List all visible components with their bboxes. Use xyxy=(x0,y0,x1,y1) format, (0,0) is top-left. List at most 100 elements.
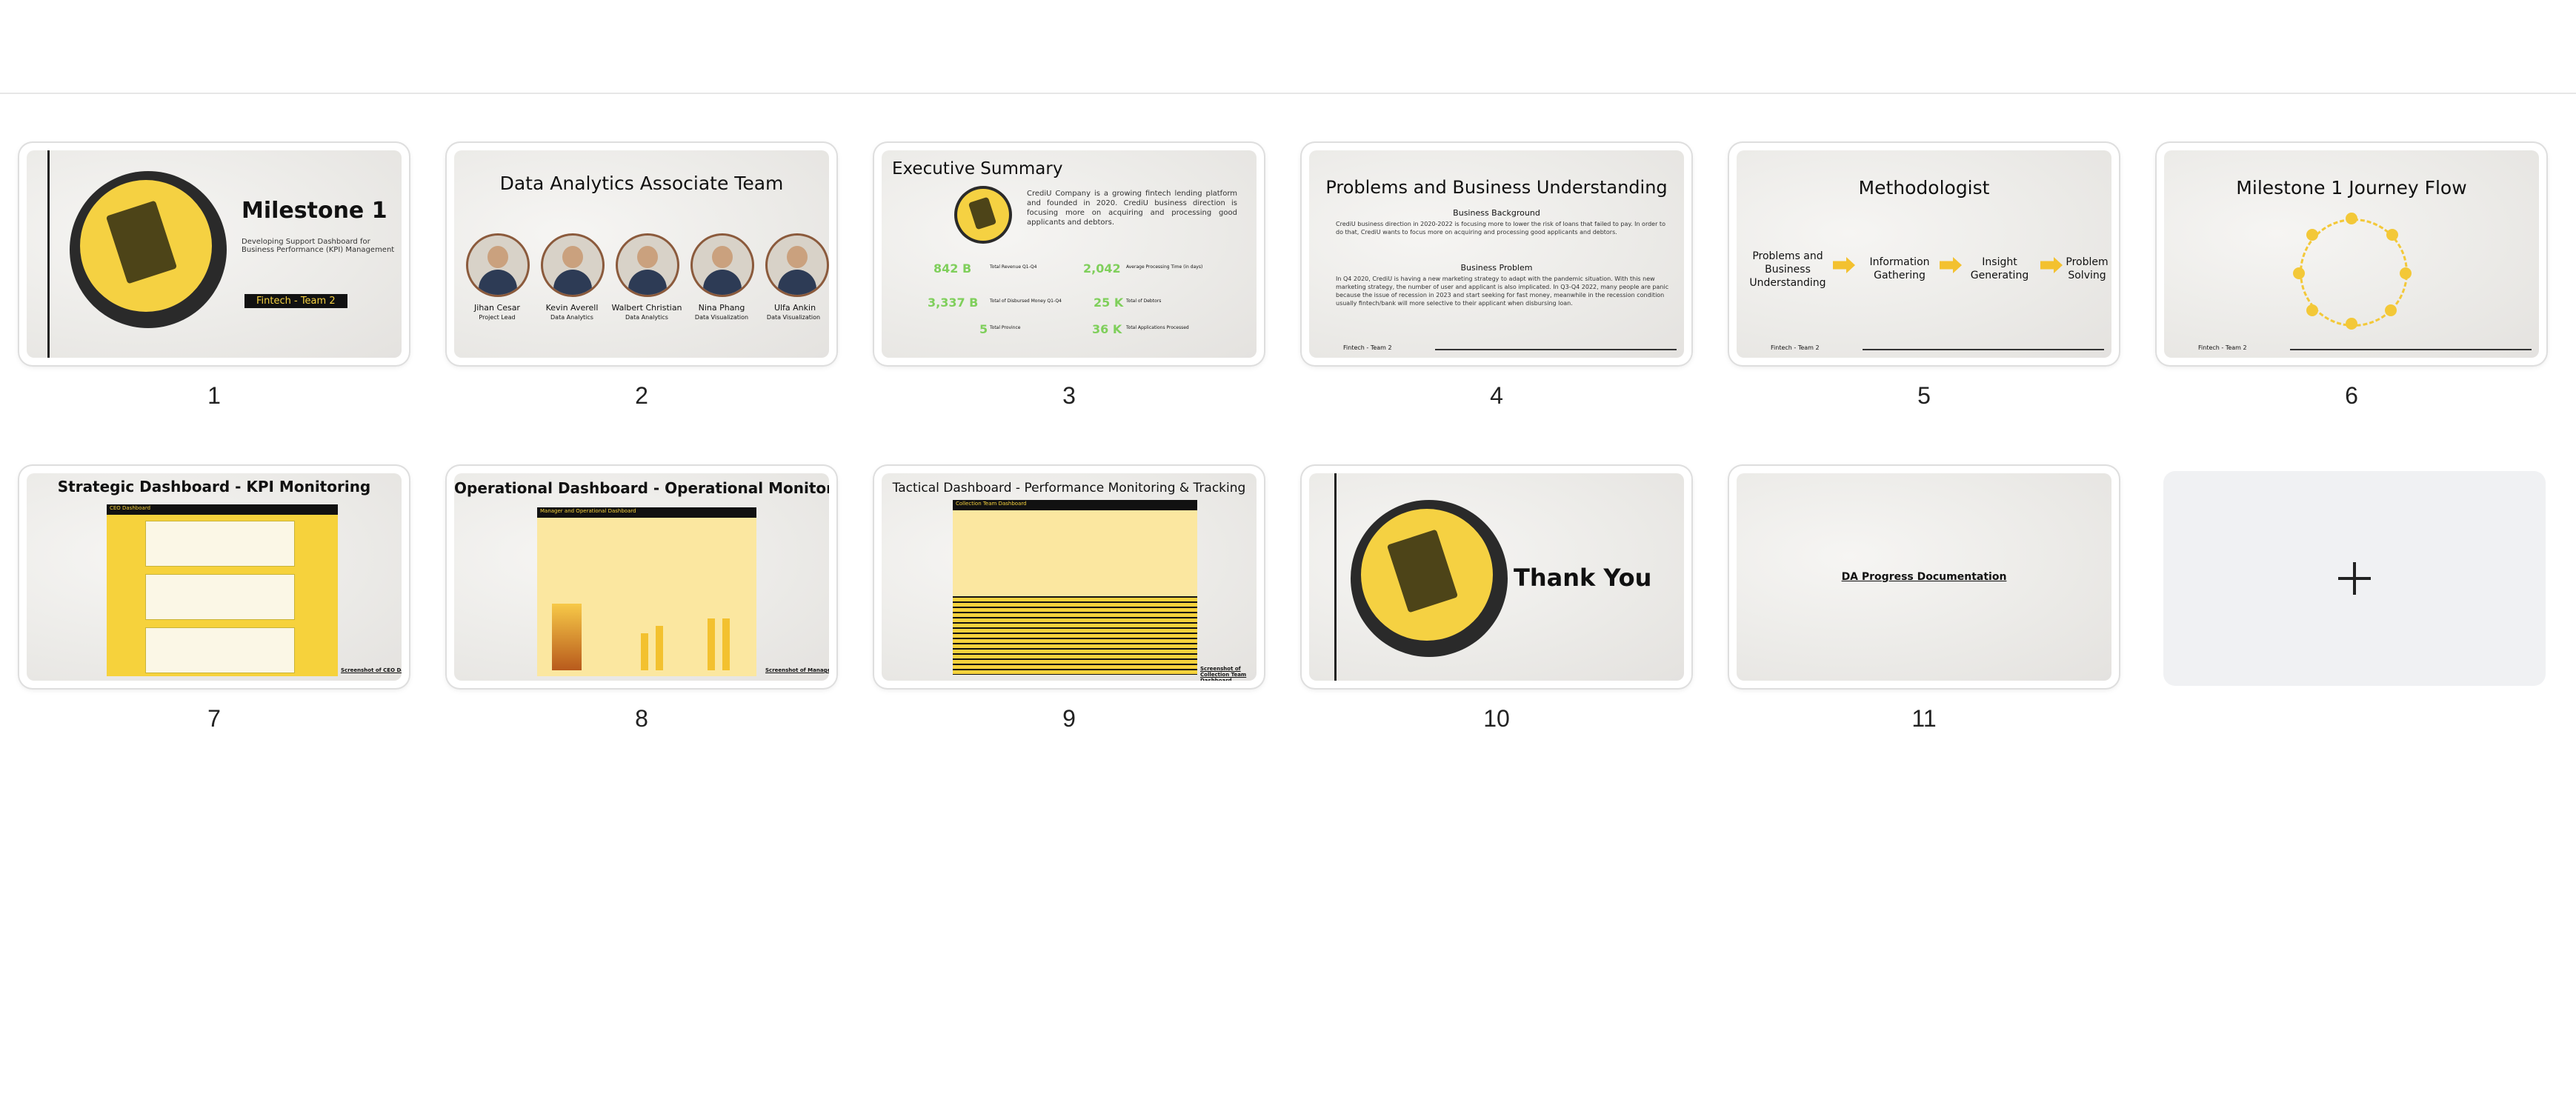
journey-dot xyxy=(2400,267,2412,279)
kpi-value: 36 K xyxy=(1092,322,1122,336)
member-name: Walbert Christian xyxy=(611,303,682,313)
slide-number: 5 xyxy=(1917,382,1931,409)
slide-thumbnail-4[interactable]: Problems and Business Understanding Busi… xyxy=(1302,143,1691,365)
slide-canvas: Executive Summary CrediU Company is a gr… xyxy=(882,150,1257,358)
slide-thumbnail-8[interactable]: Operational Dashboard - Operational Moni… xyxy=(447,466,836,688)
kpi-label: Total Revenue Q1-Q4 xyxy=(990,264,1037,270)
slide-title: Data Analytics Associate Team xyxy=(499,173,784,194)
screenshot-caption: Screenshot of Manager Dashboard xyxy=(765,667,829,673)
slide-thumbnail-5[interactable]: Methodologist Problems and Business Unde… xyxy=(1729,143,2119,365)
slide-footer: Fintech - Team 2 xyxy=(1343,344,1392,351)
slide-number: 8 xyxy=(635,705,648,732)
slide-title: Thank You xyxy=(1514,564,1652,592)
kpi-label: Total of Debtors xyxy=(1126,298,1162,304)
journey-dot xyxy=(2306,229,2318,241)
member-name: Jihan Cesar xyxy=(474,303,520,313)
team-badge: Fintech - Team 2 xyxy=(244,294,347,308)
vertical-rule xyxy=(1334,473,1337,681)
kpi-value: 25 K xyxy=(1094,296,1124,310)
slide-canvas: Strategic Dashboard - KPI Monitoring CEO… xyxy=(27,473,402,681)
slide-grid: Milestone 1 Developing Support Dashboard… xyxy=(0,0,2576,1111)
slide-title: Problems and Business Understanding xyxy=(1325,177,1668,198)
kpi-value: 2,042 xyxy=(1083,261,1121,276)
slide-number: 7 xyxy=(207,705,221,732)
slide-thumbnail-6[interactable]: Milestone 1 Journey Flow Fintech - Team … xyxy=(2157,143,2546,365)
slide-thumbnail-7[interactable]: Strategic Dashboard - KPI Monitoring CEO… xyxy=(19,466,409,688)
slide-canvas: DA Progress Documentation xyxy=(1737,473,2111,681)
slide-footer: Fintech - Team 2 xyxy=(2198,344,2247,351)
member-name: Nina Phang xyxy=(698,303,745,313)
slide-thumbnail-9[interactable]: Tactical Dashboard - Performance Monitor… xyxy=(874,466,1264,688)
slide-number: 9 xyxy=(1062,705,1076,732)
footer-rule xyxy=(2290,349,2532,350)
journey-dot xyxy=(2346,213,2357,224)
slide-thumbnail-11[interactable]: DA Progress Documentation xyxy=(1729,466,2119,688)
slide-number: 11 xyxy=(1911,705,1937,732)
slide-title: Milestone 1 xyxy=(242,198,387,224)
slide-title: Executive Summary xyxy=(892,159,1063,179)
dashboard-title: CEO Dashboard xyxy=(110,505,151,511)
dashboard-title: Manager and Operational Dashboard xyxy=(540,508,636,514)
slide-title: Tactical Dashboard - Performance Monitor… xyxy=(892,481,1246,496)
member-name: Ulfa Ankin xyxy=(773,303,816,313)
section-heading: Business Background xyxy=(1453,208,1540,218)
journey-dot xyxy=(2306,304,2318,316)
slide-canvas: Tactical Dashboard - Performance Monitor… xyxy=(882,473,1257,681)
arrow-right-icon xyxy=(1940,257,1962,273)
screenshot-caption: Screenshot of CEO Dashboard xyxy=(341,667,402,673)
slide-canvas: Milestone 1 Developing Support Dashboard… xyxy=(27,150,402,358)
slide-number: 3 xyxy=(1062,382,1076,409)
member-role: Data Visualization xyxy=(694,314,749,321)
slide-title: Methodologist xyxy=(1858,177,1990,198)
crediu-logo xyxy=(954,186,1012,244)
slide-title: Strategic Dashboard - KPI Monitoring xyxy=(57,478,371,496)
slide-number: 10 xyxy=(1483,705,1510,732)
method-step: Information Gathering xyxy=(1869,256,1930,281)
member-photo xyxy=(616,233,679,297)
slide-title: Operational Dashboard - Operational Moni… xyxy=(454,479,829,497)
slide-canvas: Milestone 1 Journey Flow Fintech - Team … xyxy=(2164,150,2539,358)
kpi-value: 842 B xyxy=(933,261,972,276)
slide-subtitle: Developing Support Dashboard for Busines… xyxy=(242,238,395,254)
footer-rule xyxy=(1863,349,2104,350)
slide-number: 6 xyxy=(2345,382,2358,409)
dashboard-screenshot: Manager and Operational Dashboard xyxy=(537,507,756,676)
section-heading: Business Problem xyxy=(1460,263,1533,273)
kpi-label: Total Applications Processed xyxy=(1126,325,1189,330)
journey-dot xyxy=(2386,229,2398,241)
slide-canvas: Data Analytics Associate Team Jihan Cesa… xyxy=(454,150,829,358)
method-step: Problems and Business Understanding xyxy=(1749,250,1826,289)
member-role: Data Visualization xyxy=(766,314,821,321)
member-photo xyxy=(466,233,530,297)
summary-text: CrediU Company is a growing fintech lend… xyxy=(1027,190,1237,227)
arrow-right-icon xyxy=(1833,257,1855,273)
method-step: Problem Solving xyxy=(2066,256,2109,281)
kpi-label: Total of Disbursed Money Q1-Q4 xyxy=(990,298,1062,304)
arrow-right-icon xyxy=(2040,257,2063,273)
member-name: Kevin Averell xyxy=(545,303,599,313)
slide-number: 4 xyxy=(1490,382,1503,409)
crediu-logo xyxy=(70,171,227,328)
member-role: Data Analytics xyxy=(625,314,668,321)
slide-thumbnail-1[interactable]: Milestone 1 Developing Support Dashboard… xyxy=(19,143,409,365)
footer-rule xyxy=(1435,349,1677,350)
add-slide-button[interactable] xyxy=(2163,471,2546,686)
kpi-value: 3,337 B xyxy=(928,296,979,310)
slide-thumbnail-3[interactable]: Executive Summary CrediU Company is a gr… xyxy=(874,143,1264,365)
section-text: In Q4 2020, CrediU is having a new marke… xyxy=(1336,276,1669,307)
vertical-rule xyxy=(47,150,50,358)
dashboard-screenshot: CEO Dashboard xyxy=(107,504,338,676)
slide-footer: Fintech - Team 2 xyxy=(1771,344,1820,351)
slide-title: Milestone 1 Journey Flow xyxy=(2236,177,2467,198)
kpi-label: Average Processing Time (in days) xyxy=(1126,264,1203,270)
slide-thumbnail-2[interactable]: Data Analytics Associate Team Jihan Cesa… xyxy=(447,143,836,365)
member-photo xyxy=(765,233,829,297)
journey-dot xyxy=(2346,318,2357,330)
slide-thumbnail-10[interactable]: Thank You xyxy=(1302,466,1691,688)
slide-number: 2 xyxy=(635,382,648,409)
member-role: Project Lead xyxy=(479,314,516,321)
member-photo xyxy=(690,233,754,297)
journey-dot xyxy=(2293,267,2305,279)
kpi-value: 5 xyxy=(979,322,988,336)
slide-canvas: Thank You xyxy=(1309,473,1684,681)
